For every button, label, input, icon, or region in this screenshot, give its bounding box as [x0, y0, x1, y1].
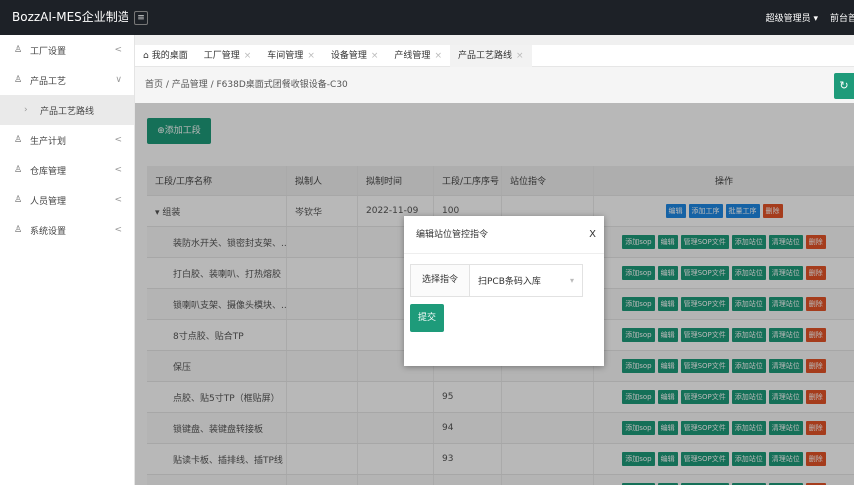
tab-label: 产品工艺路线 — [457, 50, 512, 61]
close-icon[interactable]: × — [434, 51, 442, 61]
sidebar-item-label: 生产计划 — [30, 136, 67, 147]
chevron-left-icon: < — [114, 165, 122, 175]
edit-station-dialog: 编辑站位管控指令 X 选择指令 扫PCB条码入库 ▾ 提交 — [404, 216, 604, 366]
user-icon: ♙ — [14, 165, 23, 175]
sidebar-item-label: 产品工艺路线 — [40, 106, 95, 117]
tab-line[interactable]: 产线管理 × — [386, 45, 450, 67]
sidebar-item-factory-settings[interactable]: ♙ 工厂设置 < — [0, 35, 134, 65]
chevron-right-icon: › — [24, 105, 28, 115]
sidebar: ♙ 工厂设置 < ♙ 产品工艺 ∨ › 产品工艺路线 ♙ 生产计划 < ♙ 仓库… — [0, 35, 135, 485]
user-icon: ♙ — [14, 75, 23, 85]
sidebar-item-personnel[interactable]: ♙ 人员管理 < — [0, 185, 134, 215]
sidebar-item-system-settings[interactable]: ♙ 系统设置 < — [0, 215, 134, 245]
menu-toggle-icon[interactable]: ≡ — [134, 10, 148, 25]
sidebar-item-label: 工厂设置 — [30, 46, 67, 57]
tab-label: 我的桌面 — [151, 50, 188, 61]
chevron-down-icon: ∨ — [115, 75, 122, 85]
submit-button[interactable]: 提交 — [410, 304, 444, 332]
command-label: 选择指令 — [411, 265, 470, 296]
sidebar-item-label: 系统设置 — [30, 226, 67, 237]
refresh-icon[interactable]: ↻ — [834, 73, 854, 99]
close-icon[interactable]: × — [516, 51, 524, 61]
tab-process-route[interactable]: 产品工艺路线 × — [449, 44, 532, 67]
sidebar-item-label: 产品工艺 — [30, 76, 67, 87]
chevron-left-icon: < — [114, 135, 122, 145]
tab-workshop[interactable]: 车间管理 × — [259, 45, 323, 67]
sidebar-item-process-route[interactable]: › 产品工艺路线 — [0, 95, 134, 125]
user-icon: ♙ — [14, 195, 23, 205]
sidebar-item-label: 仓库管理 — [30, 166, 67, 177]
sidebar-item-production-plan[interactable]: ♙ 生产计划 < — [0, 125, 134, 155]
user-icon: ♙ — [14, 45, 23, 55]
close-icon[interactable]: X — [589, 216, 596, 254]
tab-label: 设备管理 — [330, 50, 367, 61]
chevron-left-icon: < — [114, 45, 122, 55]
tab-label: 产线管理 — [394, 50, 431, 61]
close-icon[interactable]: × — [371, 51, 379, 61]
dialog-title-text: 编辑站位管控指令 — [416, 230, 489, 240]
dialog-title: 编辑站位管控指令 X — [404, 216, 604, 254]
home-icon: ⌂ — [143, 50, 149, 61]
tab-factory[interactable]: 工厂管理 × — [196, 45, 260, 67]
command-field: 选择指令 扫PCB条码入库 ▾ — [410, 264, 583, 297]
tab-label: 车间管理 — [267, 50, 304, 61]
chevron-left-icon: < — [114, 225, 122, 235]
front-page-link[interactable]: 前台首 — [830, 11, 854, 24]
app-brand[interactable]: BozzAI-MES企业制造 — [0, 0, 128, 35]
sidebar-item-label: 人员管理 — [30, 196, 67, 207]
close-icon[interactable]: × — [244, 51, 252, 61]
sidebar-item-warehouse[interactable]: ♙ 仓库管理 < — [0, 155, 134, 185]
breadcrumb: 首页 / 产品管理 / F638D桌面式团餐收银设备-C30 — [135, 67, 854, 103]
user-icon: ♙ — [14, 225, 23, 235]
tab-desktop[interactable]: ⌂ 我的桌面 — [135, 45, 196, 67]
tab-bar: ⌂ 我的桌面 工厂管理 × 车间管理 × 设备管理 × 产线管理 × 产品工艺路线 × — [135, 44, 854, 67]
tab-label: 工厂管理 — [203, 50, 240, 61]
user-menu[interactable]: 超级管理员 ▾ — [766, 11, 818, 24]
sidebar-item-product-process[interactable]: ♙ 产品工艺 ∨ — [0, 65, 134, 95]
chevron-left-icon: < — [114, 195, 122, 205]
top-bar: BozzAI-MES企业制造 ≡ 超级管理员 ▾ 前台首 — [0, 0, 854, 35]
command-select[interactable]: 扫PCB条码入库 ▾ — [470, 265, 582, 296]
close-icon[interactable]: × — [307, 51, 315, 61]
command-select-value: 扫PCB条码入库 — [478, 277, 541, 287]
chevron-down-icon: ▾ — [569, 276, 574, 285]
tab-equipment[interactable]: 设备管理 × — [323, 45, 387, 67]
user-icon: ♙ — [14, 135, 23, 145]
